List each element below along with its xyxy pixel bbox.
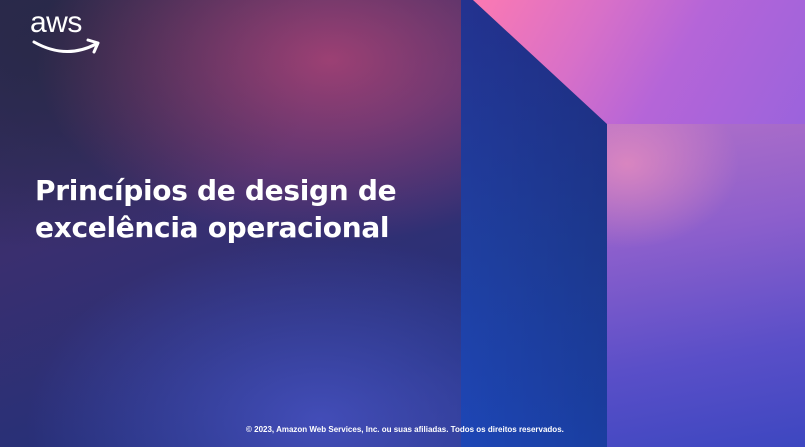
aws-logo: aws [30,6,104,60]
slide-title-line-1: Princípios de design de [35,174,397,207]
slide: aws Princípios de design de excelência o… [0,0,805,447]
aws-smile-arrow-icon [32,38,100,54]
slide-title: Princípios de design de excelência opera… [35,172,455,246]
copyright-footer: © 2023, Amazon Web Services, Inc. ou sua… [246,425,564,434]
slide-title-line-2: excelência operacional [35,211,390,244]
aws-logo-text: aws [30,6,82,39]
decorative-panel-right [607,124,805,447]
